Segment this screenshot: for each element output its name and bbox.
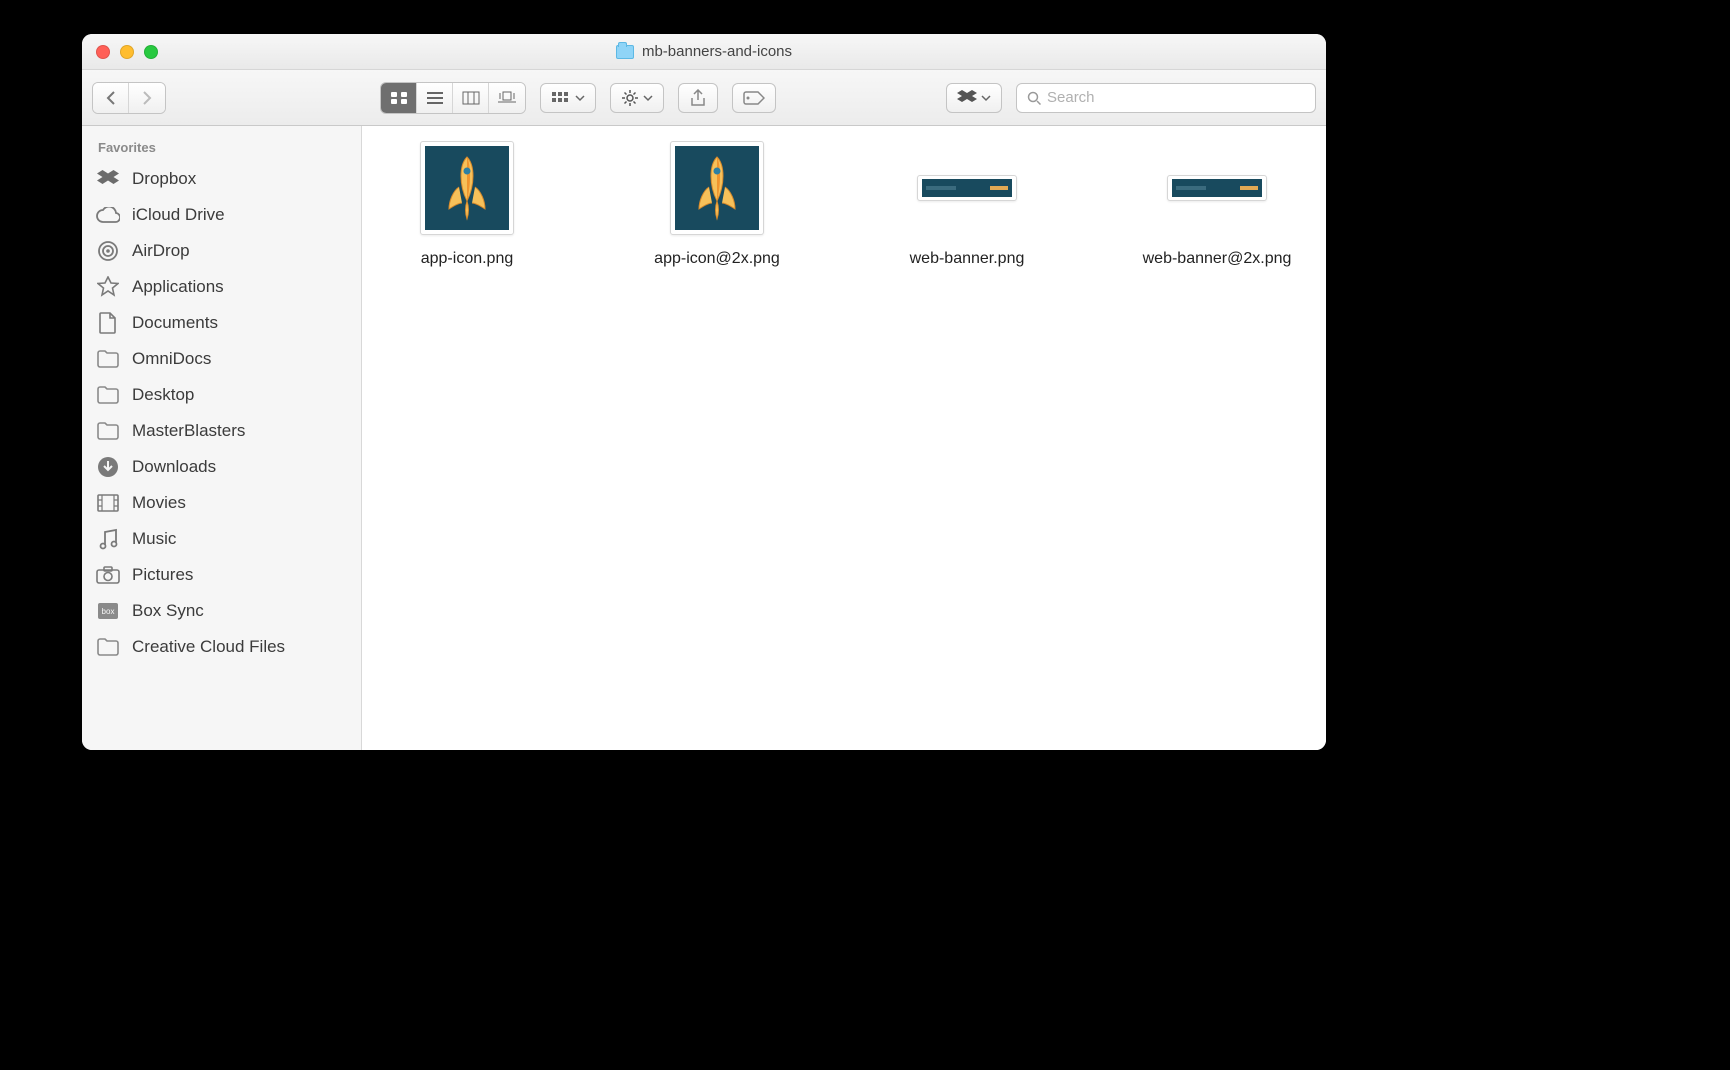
- sidebar-item-label: Downloads: [132, 457, 216, 477]
- sidebar-item-desktop[interactable]: Desktop: [82, 377, 361, 413]
- sidebar-item-pictures[interactable]: Pictures: [82, 557, 361, 593]
- chevron-down-icon: [981, 93, 991, 103]
- file-content-area[interactable]: app-icon.png: [362, 126, 1326, 750]
- toolbar: [82, 70, 1326, 126]
- file-thumbnail: [670, 141, 764, 235]
- sidebar-item-boxsync[interactable]: box Box Sync: [82, 593, 361, 629]
- sidebar-item-label: OmniDocs: [132, 349, 211, 369]
- folder-icon: [96, 383, 120, 407]
- chevron-down-icon: [575, 93, 585, 103]
- sidebar-item-creative-cloud[interactable]: Creative Cloud Files: [82, 629, 361, 665]
- pictures-icon: [96, 563, 120, 587]
- arrange-button[interactable]: [540, 83, 596, 113]
- sidebar-item-downloads[interactable]: Downloads: [82, 449, 361, 485]
- folder-icon: [96, 347, 120, 371]
- airdrop-icon: [96, 239, 120, 263]
- view-column-button[interactable]: [453, 83, 489, 113]
- sidebar-item-masterblasters[interactable]: MasterBlasters: [82, 413, 361, 449]
- forward-button[interactable]: [129, 83, 165, 113]
- view-list-button[interactable]: [417, 83, 453, 113]
- sidebar-item-movies[interactable]: Movies: [82, 485, 361, 521]
- chevron-down-icon: [643, 93, 653, 103]
- folder-icon: [616, 45, 634, 59]
- tag-icon: [743, 90, 765, 106]
- sidebar-item-documents[interactable]: Documents: [82, 305, 361, 341]
- sidebar-item-dropbox[interactable]: Dropbox: [82, 161, 361, 197]
- dropbox-icon: [96, 167, 120, 191]
- box-icon: box: [96, 599, 120, 623]
- sidebar-item-airdrop[interactable]: AirDrop: [82, 233, 361, 269]
- titlebar: mb-banners-and-icons: [82, 34, 1326, 70]
- sidebar: Favorites Dropbox iCloud Drive AirDrop A…: [82, 126, 362, 750]
- dropbox-icon: [957, 90, 977, 106]
- movies-icon: [96, 491, 120, 515]
- back-button[interactable]: [93, 83, 129, 113]
- sidebar-item-icloud[interactable]: iCloud Drive: [82, 197, 361, 233]
- dropbox-toolbar-button[interactable]: [946, 83, 1002, 113]
- file-item[interactable]: app-icon.png: [382, 140, 552, 270]
- sidebar-item-label: Pictures: [132, 565, 193, 585]
- file-item[interactable]: app-icon@2x.png: [632, 140, 802, 270]
- file-name: web-banner@2x.png: [1143, 248, 1292, 270]
- sidebar-item-label: iCloud Drive: [132, 205, 225, 225]
- applications-icon: [96, 275, 120, 299]
- sidebar-item-label: Documents: [132, 313, 218, 333]
- sidebar-item-label: MasterBlasters: [132, 421, 245, 441]
- action-button[interactable]: [610, 83, 664, 113]
- file-item[interactable]: web-banner.png: [882, 140, 1052, 270]
- nav-back-forward: [92, 82, 166, 114]
- window-title-text: mb-banners-and-icons: [642, 43, 792, 60]
- share-button[interactable]: [678, 83, 718, 113]
- gear-icon: [621, 89, 639, 107]
- finder-window: mb-banners-and-icons: [82, 34, 1326, 750]
- sidebar-item-label: Movies: [132, 493, 186, 513]
- view-icon-button[interactable]: [381, 83, 417, 113]
- sidebar-item-applications[interactable]: Applications: [82, 269, 361, 305]
- sidebar-item-label: Music: [132, 529, 176, 549]
- sidebar-item-label: AirDrop: [132, 241, 190, 261]
- file-name: app-icon@2x.png: [654, 248, 780, 270]
- sidebar-item-label: Desktop: [132, 385, 194, 405]
- cloud-icon: [96, 203, 120, 227]
- tags-button[interactable]: [732, 83, 776, 113]
- file-thumbnail: [420, 141, 514, 235]
- document-icon: [96, 311, 120, 335]
- download-icon: [96, 455, 120, 479]
- view-coverflow-button[interactable]: [489, 83, 525, 113]
- view-mode-group: [380, 82, 526, 114]
- sidebar-item-music[interactable]: Music: [82, 521, 361, 557]
- sidebar-section-label: Favorites: [82, 136, 361, 161]
- file-name: app-icon.png: [421, 248, 514, 270]
- sidebar-item-label: Creative Cloud Files: [132, 637, 285, 657]
- share-icon: [690, 89, 706, 107]
- search-field[interactable]: [1016, 83, 1316, 113]
- folder-icon: [96, 419, 120, 443]
- file-name: web-banner.png: [910, 248, 1025, 270]
- svg-text:box: box: [102, 607, 115, 616]
- music-icon: [96, 527, 120, 551]
- window-title: mb-banners-and-icons: [82, 43, 1326, 60]
- search-icon: [1027, 91, 1041, 105]
- sidebar-item-label: Applications: [132, 277, 224, 297]
- rocket-icon: [437, 153, 497, 223]
- rocket-icon: [687, 153, 747, 223]
- search-input[interactable]: [1047, 89, 1305, 106]
- file-thumbnail: [1167, 175, 1267, 201]
- file-thumbnail: [917, 175, 1017, 201]
- sidebar-item-label: Dropbox: [132, 169, 196, 189]
- file-item[interactable]: web-banner@2x.png: [1132, 140, 1302, 270]
- sidebar-item-label: Box Sync: [132, 601, 204, 621]
- folder-icon: [96, 635, 120, 659]
- sidebar-item-omnidocs[interactable]: OmniDocs: [82, 341, 361, 377]
